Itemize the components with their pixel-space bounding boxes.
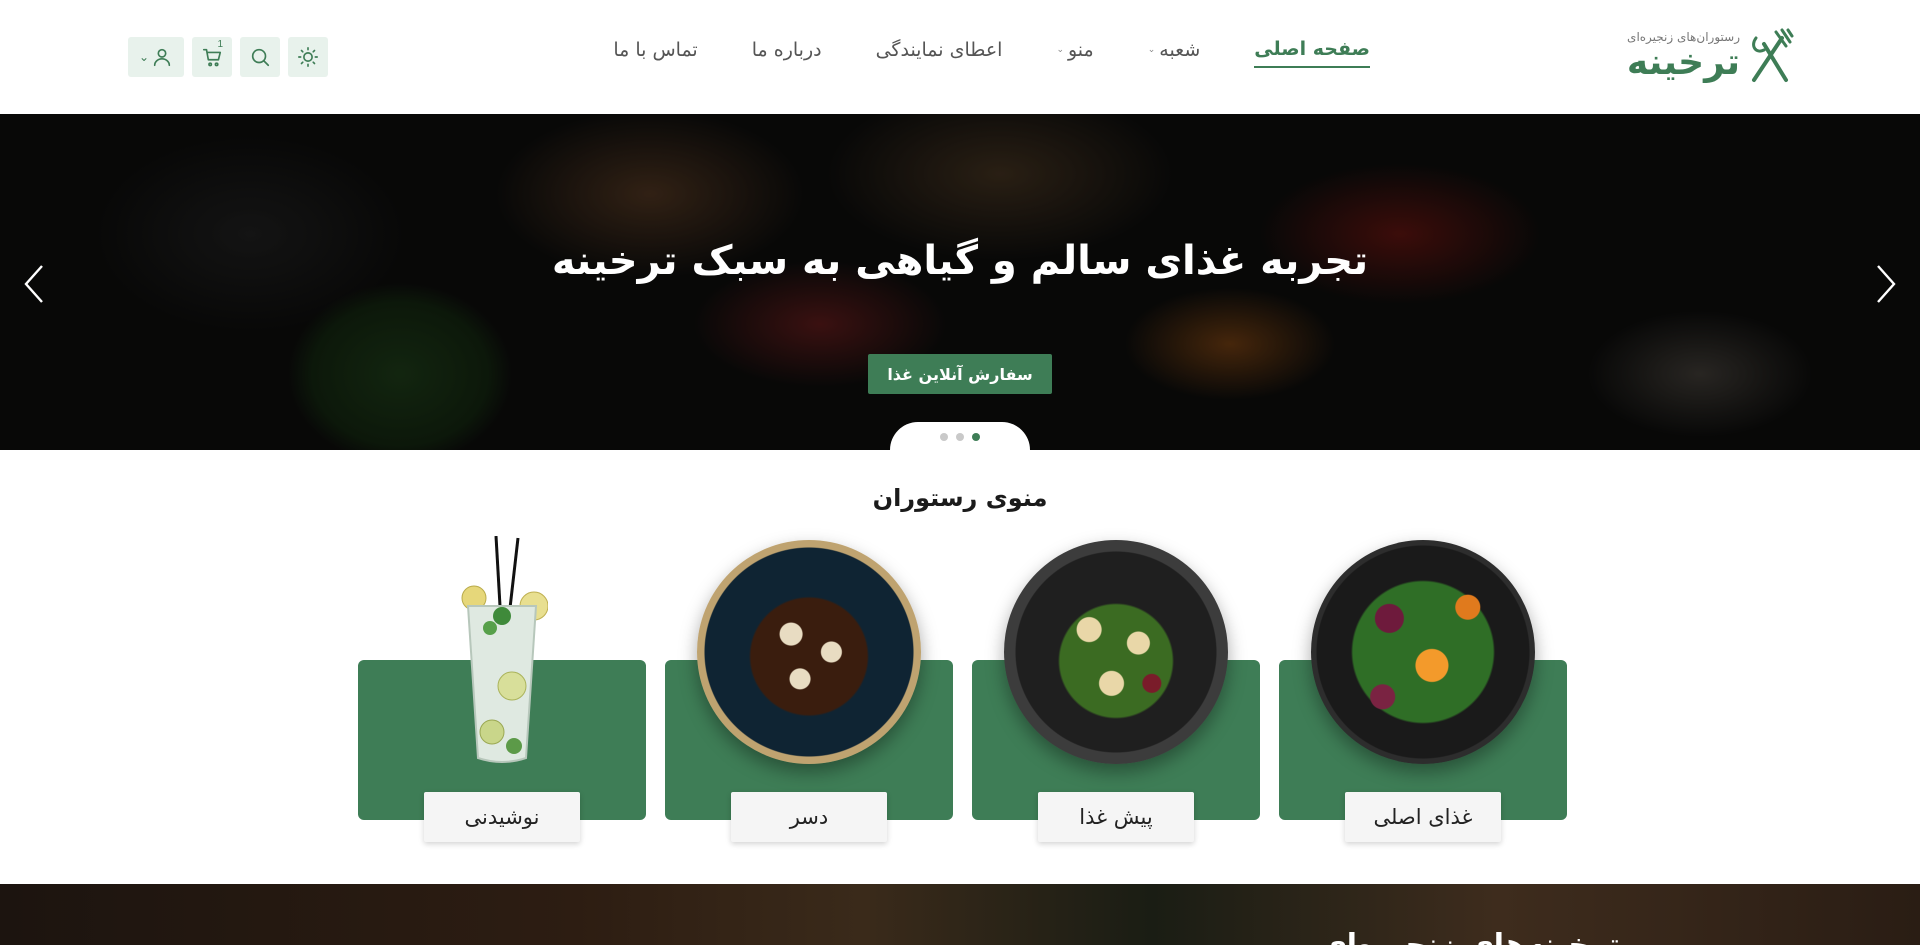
slider-next-button[interactable] (1870, 262, 1900, 306)
category-label: پیش غذا (1038, 792, 1194, 842)
brand-logo[interactable]: رستوران‌های زنجیره‌ای ترخینه (1627, 28, 1794, 84)
chevron-left-icon (24, 265, 43, 303)
slider-dot[interactable] (940, 433, 948, 441)
slider-dots (890, 422, 1030, 450)
nav-item-label: صفحه اصلی (1254, 38, 1370, 60)
nav-item-about[interactable]: درباره ما (752, 39, 822, 67)
slider-prev-button[interactable] (20, 262, 50, 306)
main-nav: صفحه اصلی شعبه ⌄ منو ⌄ اعطای نمایندگی در… (613, 38, 1370, 68)
fork-knife-logo-icon (1752, 28, 1794, 82)
nav-item-menu[interactable]: منو ⌄ (1056, 39, 1093, 67)
nav-item-label: منو (1067, 39, 1094, 61)
nav-item-franchise[interactable]: اعطای نمایندگی (876, 39, 1003, 67)
starter-plate-image (1004, 540, 1228, 764)
category-card-starter[interactable]: پیش غذا (972, 536, 1260, 842)
search-icon (251, 48, 270, 67)
brand-text: رستوران‌های زنجیره‌ای ترخینه (1627, 31, 1740, 81)
nav-item-label: اعطای نمایندگی (875, 39, 1003, 61)
category-label: دسر (731, 792, 887, 842)
theme-toggle-button[interactable] (288, 37, 328, 77)
hero-title: تجربه غذای سالم و گیاهی به سبک ترخینه (551, 238, 1369, 284)
chevron-right-icon (1877, 265, 1896, 303)
sun-icon (298, 47, 318, 67)
brand-name: ترخینه (1626, 42, 1740, 83)
chevron-down-icon: ⌄ (138, 50, 150, 64)
menu-categories: نوشیدنی دسر پیش غذا غذای اصلی (358, 536, 1567, 842)
hero-slider: تجربه غذای سالم و گیاهی به سبک ترخینه سف… (0, 114, 1920, 450)
site-header: رستوران‌های زنجیره‌ای ترخینه صفحه اصلی ش… (0, 0, 1920, 114)
nav-item-label: درباره ما (751, 39, 822, 61)
search-button[interactable] (240, 37, 280, 77)
cart-button[interactable]: 1 (192, 37, 232, 77)
category-card-drink[interactable]: نوشیدنی (358, 536, 646, 842)
chevron-down-icon: ⌄ (1147, 45, 1156, 55)
menu-section-title: منوی رستوران (872, 484, 1048, 512)
branches-title: ترخینه‌های زنجیره‌ای (1319, 928, 1620, 945)
category-card-dessert[interactable]: دسر (665, 536, 953, 842)
nav-item-contact[interactable]: تماس با ما (613, 39, 697, 67)
salad-plate-image (1311, 540, 1535, 764)
cart-count-badge: 1 (217, 39, 223, 50)
order-online-button[interactable]: سفارش آنلاین غذا (868, 354, 1052, 394)
user-menu-button[interactable]: ⌄ (128, 37, 184, 77)
nav-item-label: شعبه (1159, 39, 1201, 61)
hero-content: تجربه غذای سالم و گیاهی به سبک ترخینه سف… (0, 114, 1920, 450)
nav-item-label: تماس با ما (613, 39, 698, 61)
slider-dot[interactable] (956, 433, 964, 441)
branches-section: ترخینه‌های زنجیره‌ای (0, 884, 1920, 945)
slider-dot-active[interactable] (972, 433, 980, 441)
header-tools: ⌄ 1 (128, 37, 328, 77)
category-card-main[interactable]: غذای اصلی (1279, 536, 1567, 842)
nav-item-branch[interactable]: شعبه ⌄ (1148, 39, 1201, 67)
mojito-glass-image (461, 536, 548, 763)
dessert-plate-image (697, 540, 921, 764)
user-icon (153, 48, 171, 67)
chevron-down-icon: ⌄ (1056, 45, 1064, 55)
nav-item-home[interactable]: صفحه اصلی (1254, 38, 1370, 68)
category-label: غذای اصلی (1345, 792, 1501, 842)
category-label: نوشیدنی (424, 792, 580, 842)
